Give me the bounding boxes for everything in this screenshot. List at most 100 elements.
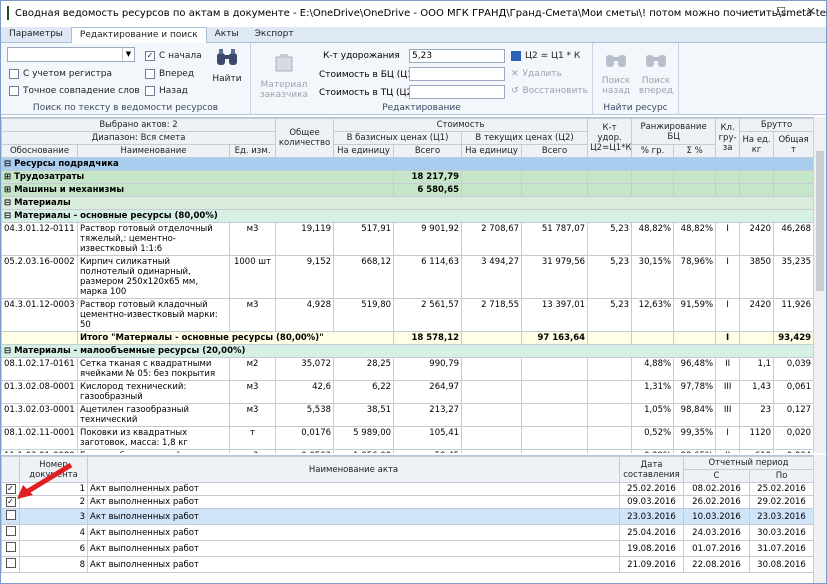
per-unit2-header[interactable]: На единицу (461, 144, 523, 158)
act-row[interactable]: ✓ 1 Акт выполненных работ 25.02.2016 08.02.2… (1, 482, 813, 496)
total-header[interactable]: Всего (393, 144, 463, 158)
per-unit-kg-header[interactable]: На ед. кг (739, 131, 775, 158)
from-start-checkbox[interactable]: ✓ С начала (145, 51, 202, 61)
tab-export[interactable]: Экспорт (247, 27, 302, 43)
cell-empty (739, 331, 775, 345)
cell-t1: 264,97 (393, 380, 463, 404)
act-row[interactable]: 3 Акт выполненных работ 23.03.2016 10.03.20… (1, 508, 813, 525)
class-header[interactable]: Кл. гру-за (715, 118, 741, 158)
basis-header[interactable]: Обоснование (1, 144, 78, 158)
table-row[interactable]: Итого "Материалы - основные ресурсы (80,… (1, 331, 813, 345)
table-row[interactable]: ⊟ Материалы (1, 196, 813, 210)
act-cell-date: 25.02.2016 (619, 482, 684, 496)
checkbox-box[interactable] (145, 86, 155, 96)
table-row[interactable]: 01.3.02.03-0001 Ацетилен газообразный тех… (1, 403, 813, 427)
cell-t1: 213,27 (393, 403, 463, 427)
table-row[interactable]: ⊟ Ресурсы подрядчика (1, 157, 813, 171)
act-cell-name: Акт выполненных работ (87, 540, 620, 557)
total-t-header[interactable]: Общая т (773, 131, 813, 158)
cell-sum: 97,78% (673, 380, 717, 404)
table-row[interactable]: 08.1.02.11-0001 Поковки из квадратных заг… (1, 426, 813, 450)
delete-button[interactable]: ✕ Удалить (511, 69, 562, 79)
cell-tn: 0,020 (773, 426, 813, 450)
resources-scrollbar[interactable] (813, 117, 826, 453)
maximize-button[interactable]: ☐ (766, 1, 796, 23)
table-row[interactable]: ⊞ Трудозатраты 18 217,79 (1, 170, 813, 184)
cell-name: Раствор готовый отделочный тяжелый,: цем… (77, 222, 230, 256)
cell-tn: 11,926 (773, 298, 813, 332)
unit-header[interactable]: Ед. изм. (228, 144, 277, 158)
checkbox-box[interactable] (145, 69, 155, 79)
name-header[interactable]: Наименование (77, 144, 230, 158)
act-checkbox[interactable] (5, 558, 16, 568)
per-unit-header[interactable]: На единицу (333, 144, 395, 158)
forward-checkbox[interactable]: Вперед (145, 69, 194, 79)
act-row[interactable]: ✓ 2 Акт выполненных работ 09.03.2016 26.02.2… (1, 495, 813, 509)
checkbox-box[interactable] (9, 69, 19, 79)
close-button[interactable]: ✕ (796, 1, 826, 23)
kt-header[interactable]: К-т удор. Ц2=Ц1*К (587, 118, 633, 158)
act-checkbox-cell[interactable] (1, 556, 20, 573)
checkbox-box[interactable]: ✓ (145, 51, 155, 61)
search-combo[interactable]: ▼ (7, 47, 135, 62)
cell-code: 04.3.01.12-0003 (1, 298, 78, 332)
cell-kg: 610 (739, 449, 775, 453)
pct-header[interactable]: % гр. (631, 144, 675, 158)
cell-empty (461, 170, 523, 184)
date-header[interactable]: Дата составления (619, 456, 684, 483)
find-button[interactable]: Найти (209, 47, 245, 84)
act-row[interactable]: 6 Акт выполненных работ 19.08.2016 01.07.20… (1, 540, 813, 557)
case-checkbox[interactable]: С учетом регистра (9, 69, 112, 79)
table-row[interactable]: ⊟ Материалы - основные ресурсы (80,00%) (1, 209, 813, 223)
search-forward-button[interactable]: Поиск вперед (637, 49, 675, 96)
cell-empty (715, 183, 741, 197)
act-checkbox-cell[interactable] (1, 540, 20, 557)
act-name-header[interactable]: Наименование акта (87, 456, 620, 483)
table-row[interactable]: 01.3.02.08-0001 Кислород технический: газ… (1, 380, 813, 404)
qty-header[interactable]: Общее количество (275, 118, 335, 158)
table-row[interactable]: 05.2.03.16-0002 Кирпич силикатный полноте… (1, 255, 813, 299)
table-row[interactable]: 08.1.02.17-0161 Сетка тканая с квадратным… (1, 357, 813, 381)
table-row[interactable]: 04.3.01.12-0111 Раствор готовый отделочны… (1, 222, 813, 256)
act-cell-date: 19.08.2016 (619, 540, 684, 557)
checkbox-box[interactable] (9, 86, 19, 96)
material-customer-button[interactable]: Материал заказчика (257, 53, 311, 100)
act-checkbox[interactable] (5, 510, 16, 520)
acts-scrollbar[interactable] (813, 455, 826, 583)
bc-input[interactable] (409, 67, 505, 81)
total2-header[interactable]: Всего (521, 144, 589, 158)
exact-checkbox[interactable]: Точное совпадение слов (9, 86, 140, 96)
tab-acts[interactable]: Акты (207, 27, 247, 43)
chevron-down-icon[interactable]: ▼ (122, 48, 134, 61)
cell-code: 11.1.03.01-0080 (1, 449, 78, 453)
act-checkbox[interactable] (5, 526, 16, 536)
cell-sum: 99,35% (673, 426, 717, 450)
act-checkbox-cell[interactable] (1, 508, 20, 525)
tc-input[interactable] (409, 85, 505, 99)
tab-edit-search[interactable]: Редактирование и поиск (70, 27, 207, 43)
cell-name: Кислород технический: газообразный (77, 380, 230, 404)
from-header[interactable]: С (683, 469, 750, 483)
search-back-button[interactable]: Поиск назад (597, 49, 635, 96)
act-checkbox[interactable]: ✓ (5, 497, 16, 507)
table-row[interactable]: ⊞ Машины и механизмы 6 580,65 (1, 183, 813, 197)
formula-button[interactable]: Ц2 = Ц1 * К (511, 51, 580, 61)
tab-parameters[interactable]: Параметры (1, 27, 71, 43)
sum-pct-header[interactable]: Σ % (673, 144, 717, 158)
cell-tn: 93,429 (773, 331, 813, 345)
minimize-button[interactable]: — (736, 1, 766, 23)
act-row[interactable]: 4 Акт выполненных работ 25.04.2016 24.03.20… (1, 524, 813, 541)
scrollbar-thumb[interactable] (816, 151, 824, 291)
table-row[interactable]: 04.3.01.12-0003 Раствор готовый кладочный… (1, 298, 813, 332)
act-checkbox-cell[interactable] (1, 524, 20, 541)
to-header[interactable]: По (749, 469, 813, 483)
table-row[interactable]: 11.1.03.01-0080Бруски обрезные хвойных п… (1, 449, 813, 453)
back-checkbox[interactable]: Назад (145, 86, 188, 96)
act-checkbox[interactable]: ✓ (5, 484, 16, 494)
act-checkbox[interactable] (5, 542, 16, 552)
table-row[interactable]: ⊟ Материалы - малообъемные ресурсы (20,0… (1, 344, 813, 358)
restore-button[interactable]: ↺ Восстановить (511, 86, 588, 96)
find-resource-group-label: Найти ресурс (603, 103, 668, 113)
k-input[interactable]: 5,23 (409, 49, 505, 63)
act-row[interactable]: 8 Акт выполненных работ 21.09.2016 22.08.20… (1, 556, 813, 573)
